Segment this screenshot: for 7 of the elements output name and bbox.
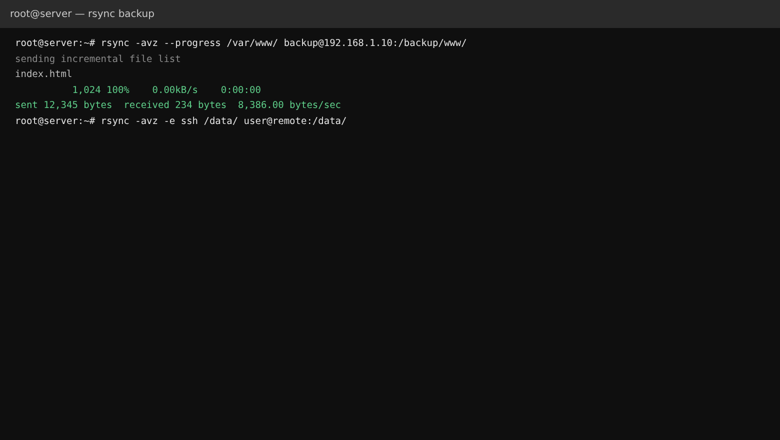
command-line: root@server:~# rsync -avz -e ssh /data/ user@remote:/data/ xyxy=(15,114,347,128)
info-line: sending incremental file list xyxy=(15,52,181,66)
progress-line: 1,024 100% 0.00kB/s 0:00:00 xyxy=(71,84,261,98)
window-title: root@server — rsync backup xyxy=(10,8,154,20)
command-line: root@server:~# rsync -avz --progress /var/www/ backup@192.168.1.10:/backup/www/ xyxy=(15,37,467,51)
progress-line: sent 12,345 bytes received 234 bytes 8,386.00 bytes/sec xyxy=(15,99,342,113)
output-line: index.html xyxy=(15,68,72,82)
